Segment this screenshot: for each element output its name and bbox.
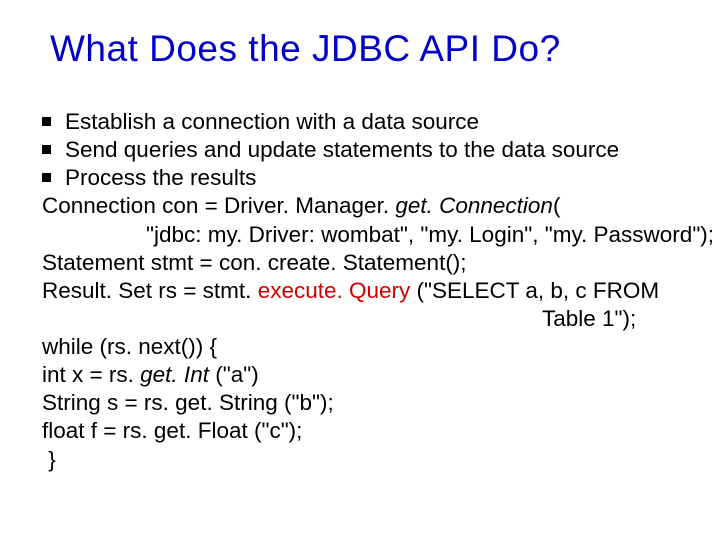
code-text: ("SELECT a, b, c FROM bbox=[417, 278, 660, 303]
code-text: ("a") bbox=[215, 362, 258, 387]
code-italic: get. Connection bbox=[395, 193, 553, 218]
bullet-text: Establish a connection with a data sourc… bbox=[65, 108, 710, 136]
code-line: float f = rs. get. Float ("c"); bbox=[42, 417, 710, 445]
code-line: Table 1"); bbox=[42, 305, 710, 333]
code-italic: get. Int bbox=[140, 362, 215, 387]
bullet-text: Process the results bbox=[65, 164, 710, 192]
bullet-item: Process the results bbox=[42, 164, 710, 192]
slide-content: Establish a connection with a data sourc… bbox=[42, 108, 710, 474]
code-line: Connection con = Driver. Manager. get. C… bbox=[42, 192, 710, 220]
bullet-square-icon bbox=[42, 117, 51, 126]
bullet-item: Establish a connection with a data sourc… bbox=[42, 108, 710, 136]
bullet-square-icon bbox=[42, 145, 51, 154]
code-text: ( bbox=[553, 193, 561, 218]
code-line: } bbox=[42, 446, 710, 474]
code-line: int x = rs. get. Int ("a") bbox=[42, 361, 710, 389]
bullet-square-icon bbox=[42, 173, 51, 182]
code-highlight: execute. Query bbox=[258, 278, 417, 303]
slide-title: What Does the JDBC API Do? bbox=[50, 28, 710, 70]
bullet-item: Send queries and update statements to th… bbox=[42, 136, 710, 164]
code-text: int x = rs. bbox=[42, 362, 140, 387]
code-line: String s = rs. get. String ("b"); bbox=[42, 389, 710, 417]
code-text: Result. Set rs = stmt. bbox=[42, 278, 258, 303]
code-line: while (rs. next()) { bbox=[42, 333, 710, 361]
bullet-text: Send queries and update statements to th… bbox=[65, 136, 710, 164]
slide: What Does the JDBC API Do? Establish a c… bbox=[0, 0, 720, 540]
code-line: "jdbc: my. Driver: wombat", "my. Login",… bbox=[42, 221, 710, 249]
code-line: Result. Set rs = stmt. execute. Query ("… bbox=[42, 277, 710, 305]
code-text: Connection con = Driver. Manager. bbox=[42, 193, 395, 218]
code-line: Statement stmt = con. create. Statement(… bbox=[42, 249, 710, 277]
